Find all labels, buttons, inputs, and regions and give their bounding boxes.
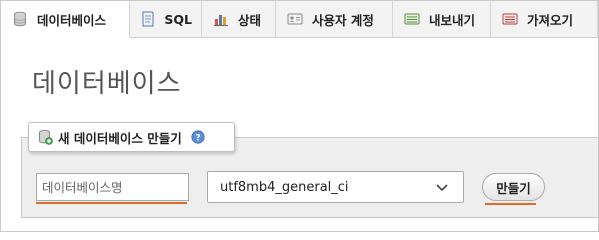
- collation-select[interactable]: utf8mb4_general_ci: [207, 171, 464, 203]
- top-tab-bar: 데이터베이스 SQL 상태 사용자 계정 내보내기 가져오기: [1, 1, 598, 38]
- tab-import[interactable]: 가져오기: [491, 1, 598, 37]
- tab-user-accounts-label: 사용자 계정: [312, 12, 374, 28]
- app-frame: 데이터베이스 SQL 상태 사용자 계정 내보내기 가져오기 데이터베이스 새 …: [0, 0, 599, 232]
- svg-text:?: ?: [195, 133, 200, 143]
- status-chart-icon: [212, 10, 230, 28]
- tab-databases[interactable]: 데이터베이스: [1, 1, 130, 38]
- tab-status-label: 상태: [238, 12, 262, 28]
- tab-import-label: 가져오기: [527, 12, 574, 28]
- new-database-icon: [38, 129, 53, 145]
- database-name-input[interactable]: [36, 173, 189, 201]
- database-icon: [11, 10, 29, 28]
- tab-user-accounts[interactable]: 사용자 계정: [276, 1, 393, 37]
- user-accounts-icon: [286, 10, 304, 28]
- help-icon[interactable]: ?: [191, 130, 205, 144]
- chevron-down-icon: [435, 180, 449, 194]
- tab-sql-label: SQL: [164, 11, 192, 27]
- button-highlight-underline: [485, 203, 536, 205]
- tab-sql[interactable]: SQL: [130, 1, 202, 37]
- collation-selected-value: utf8mb4_general_ci: [220, 179, 349, 195]
- create-database-button[interactable]: 만들기: [482, 173, 545, 201]
- tab-status[interactable]: 상태: [202, 1, 276, 37]
- import-icon: [501, 10, 519, 28]
- page-title: 데이터베이스: [32, 69, 182, 99]
- tab-databases-label: 데이터베이스: [37, 12, 107, 28]
- create-database-legend: 새 데이터베이스 만들기 ?: [28, 122, 235, 152]
- sql-icon: [140, 10, 156, 28]
- tab-export[interactable]: 내보내기: [393, 1, 491, 37]
- export-icon: [403, 10, 421, 28]
- create-database-legend-label: 새 데이터베이스 만들기: [58, 130, 182, 146]
- input-highlight-underline: [36, 202, 187, 204]
- tab-export-label: 내보내기: [429, 12, 476, 28]
